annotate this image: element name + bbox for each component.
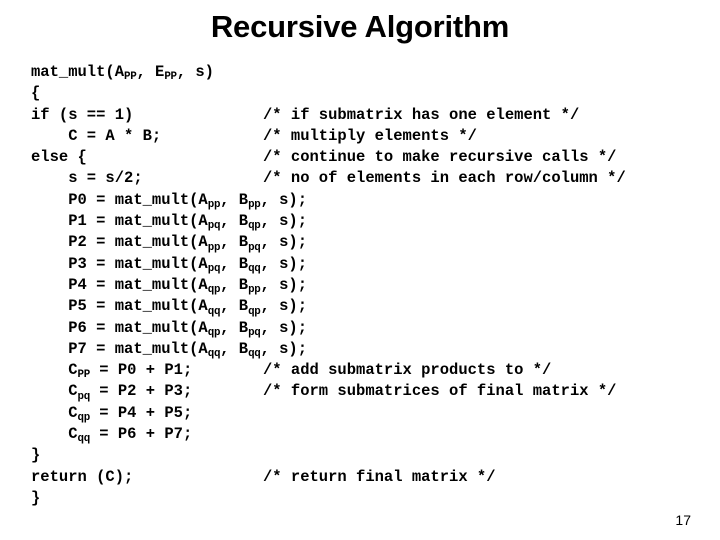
code-text: if (s == 1) xyxy=(31,105,134,124)
subscript: pq xyxy=(248,326,261,339)
code-comment: /* if submatrix has one element */ xyxy=(263,105,580,124)
line-close-func: } xyxy=(31,488,711,509)
subscript: PP xyxy=(164,71,177,84)
line-p6: P6 = mat_mult(Aqp, Bpq, s); xyxy=(31,318,711,339)
line-if: if (s == 1) /* if submatrix has one eleme… xyxy=(31,105,711,126)
code-block: mat_mult(APP, EPP, s){ if (s == 1) /* if s… xyxy=(31,62,711,509)
code-text: P4 = mat_mult(Aqp, Bpp, s); xyxy=(31,275,307,297)
subscript: qp xyxy=(207,284,221,297)
subscript: qp xyxy=(248,220,261,233)
page-title: Recursive Algorithm xyxy=(210,9,510,44)
subscript: qp xyxy=(77,412,91,424)
slide-number: 17 xyxy=(675,512,691,528)
subscript: qq xyxy=(207,348,221,361)
subscript: pp xyxy=(207,241,221,254)
code-comment: /* continue to make recursive calls */ xyxy=(263,148,617,167)
code-text: CPP = P0 + P1; xyxy=(31,361,193,382)
code-text: Cqq = P6 + P7; xyxy=(31,425,193,446)
code-text: C = A * B; xyxy=(31,126,162,145)
code-text: mat_mult(APP, EPP, s) xyxy=(31,63,214,84)
subscript: pq xyxy=(77,390,91,403)
subscript: PP xyxy=(124,71,137,84)
code-comment: /* add submatrix products to */ xyxy=(263,361,552,380)
subscript: pq xyxy=(207,262,221,275)
subscript: qq xyxy=(207,305,221,318)
line-p5: P5 = mat_mult(Aqq, Bqp, s); xyxy=(31,296,711,317)
subscript: pp xyxy=(248,284,261,297)
line-p7: P7 = mat_mult(Aqq, Bqq, s); xyxy=(31,339,711,360)
code-comment: /* no of elements in each row/column */ xyxy=(263,169,626,188)
code-text: P5 = mat_mult(Aqq, Bqp, s); xyxy=(31,297,307,318)
code-text: P0 = mat_mult(App, Bpp, s); xyxy=(31,190,307,212)
subscript: qq xyxy=(248,348,261,361)
line-p1: P1 = mat_mult(Apq, Bqp, s); xyxy=(31,211,711,232)
subscript: pp xyxy=(248,199,261,212)
subscript: qp xyxy=(248,305,261,318)
code-text: P7 = mat_mult(Aqq, Bqq, s); xyxy=(31,339,307,361)
subscript: qq xyxy=(77,433,91,446)
code-text: } xyxy=(31,488,41,507)
subscript: qp xyxy=(207,326,221,339)
line-p2: P2 = mat_mult(App, Bpq, s); xyxy=(31,232,711,253)
code-comment: /* multiply elements */ xyxy=(263,126,477,145)
subscript: PP xyxy=(77,369,91,382)
line-cqq: Cqq = P6 + P7; xyxy=(31,424,711,445)
line-cpq: Cpq = P2 + P3; /* form submatrices of fin… xyxy=(31,381,711,402)
code-text: else { xyxy=(31,148,87,167)
line-s-halve: s = s/2; /* no of elements in each row/co… xyxy=(31,168,711,189)
subscript: pq xyxy=(207,220,221,233)
line-p4: P4 = mat_mult(Aqp, Bpp, s); xyxy=(31,275,711,296)
line-else: else { /* continue to make recursive call… xyxy=(31,147,711,168)
line-close-else: } xyxy=(31,445,711,466)
slide-canvas: Recursive Algorithm mat_mult(APP, EPP, s… xyxy=(0,0,720,540)
code-text: Cpq = P2 + P3; xyxy=(31,382,193,403)
subscript: qq xyxy=(248,262,261,275)
line-p3: P3 = mat_mult(Apq, Bqq, s); xyxy=(31,254,711,275)
code-text: return (C); xyxy=(31,467,134,486)
code-text: P3 = mat_mult(Apq, Bqq, s); xyxy=(31,254,307,275)
subscript: pp xyxy=(207,199,221,212)
line-p0: P0 = mat_mult(App, Bpp, s); xyxy=(31,190,711,211)
line-cpp: CPP = P0 + P1; /* add submatrix products … xyxy=(31,360,711,381)
code-comment: /* form submatrices of final matrix */ xyxy=(263,382,617,401)
code-text: P2 = mat_mult(App, Bpq, s); xyxy=(31,233,307,254)
line-c-eq-ab: C = A * B; /* multiply elements */ xyxy=(31,126,711,147)
line-return: return (C); /* return final matrix */ xyxy=(31,467,711,488)
code-text: P1 = mat_mult(Apq, Bqp, s); xyxy=(31,212,307,233)
code-text: P6 = mat_mult(Aqp, Bpq, s); xyxy=(31,318,307,339)
line-open-brace: { xyxy=(31,83,711,104)
code-comment: /* return final matrix */ xyxy=(263,467,496,486)
line-cqp: Cqp = P4 + P5; xyxy=(31,403,711,424)
code-text: Cqp = P4 + P5; xyxy=(31,403,193,424)
line-signature: mat_mult(APP, EPP, s) xyxy=(31,62,711,83)
code-text: { xyxy=(31,84,41,103)
code-text: s = s/2; xyxy=(31,169,143,188)
subscript: pq xyxy=(248,241,261,254)
code-text: } xyxy=(31,446,41,465)
